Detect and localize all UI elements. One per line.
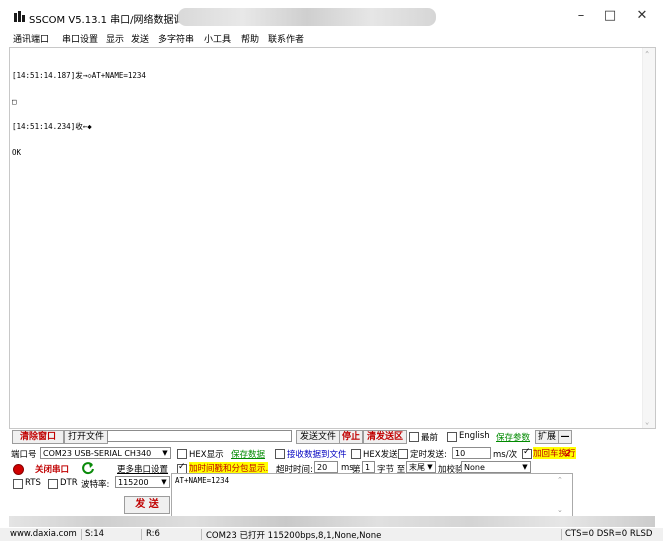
refresh-icon[interactable] [81, 461, 95, 475]
red-mark: 2 [565, 449, 571, 459]
baud-label: 波特率: [81, 480, 110, 490]
close-button[interactable]: ✕ [632, 7, 652, 25]
status-sent-count: S:14 [85, 529, 105, 539]
receive-line: OK [12, 147, 22, 157]
open-file-button[interactable]: 打开文件 [64, 430, 108, 444]
menu-comm-port[interactable]: 通讯端口 [13, 32, 49, 45]
dtr-label: DTR [60, 478, 78, 488]
receive-line: [14:51:14.234]收←◆ [12, 122, 92, 131]
save-data-link[interactable]: 保存数据 [231, 448, 265, 460]
scroll-up-icon[interactable]: ⌃ [645, 50, 649, 59]
byte-from-input[interactable]: 1 [362, 461, 375, 473]
interval-unit: ms/次 [493, 450, 518, 460]
dropdown-arrow-icon: ▼ [162, 449, 168, 457]
port-select[interactable]: COM23 USB-SERIAL CH340 ▼ [40, 447, 171, 459]
menu-display[interactable]: 显示 [106, 32, 124, 45]
more-port-settings-link[interactable]: 更多串口设置 [117, 463, 168, 475]
scroll-down-icon[interactable]: ⌄ [557, 506, 563, 514]
dropdown-arrow-icon: ▼ [427, 463, 433, 471]
interval-input[interactable]: 10 [452, 447, 491, 459]
receive-log: [14:51:14.187]发→◇AT+NAME=1234 □ [14:51:1… [12, 55, 146, 174]
rts-checkbox[interactable] [13, 479, 23, 489]
checksum-value: None [464, 463, 485, 472]
dropdown-arrow-icon: ▼ [161, 478, 167, 486]
timed-send-checkbox[interactable] [398, 449, 408, 459]
clear-send-button[interactable]: 清发送区 [363, 430, 407, 444]
port-status-indicator-icon [13, 464, 24, 475]
baud-select[interactable]: 115200 ▼ [115, 476, 170, 488]
blurred-title-region [178, 8, 436, 26]
english-checkbox[interactable] [447, 432, 457, 442]
menu-port-settings[interactable]: 串口设置 [62, 32, 98, 45]
recv-to-file-checkbox[interactable] [275, 449, 285, 459]
clear-window-button[interactable]: 清除窗口 [12, 430, 64, 444]
checksum-select[interactable]: None ▼ [461, 461, 531, 473]
status-signals: CTS=0 DSR=0 RLSD [565, 529, 653, 539]
send-scrollbar[interactable]: ⌃ ⌄ [557, 474, 569, 514]
menu-bar: 通讯端口 串口设置 显示 发送 多字符串 小工具 帮助 联系作者 [0, 30, 663, 46]
topmost-label: 最前 [421, 433, 439, 443]
timeout-input[interactable]: 20 [314, 461, 338, 473]
menu-multi-string[interactable]: 多字符串 [158, 32, 194, 45]
baud-value: 115200 [118, 478, 149, 487]
timed-send-label: 定时发送: [410, 450, 447, 460]
status-divider [561, 529, 562, 540]
receive-line: □ [12, 96, 17, 106]
menu-contact-author[interactable]: 联系作者 [268, 32, 304, 45]
receive-area[interactable]: [14:51:14.187]发→◇AT+NAME=1234 □ [14:51:1… [9, 47, 656, 429]
port-value: COM23 USB-SERIAL CH340 [43, 449, 152, 458]
byte-to-value: 末尾 [409, 463, 425, 472]
title-bar: SSCOM V5.13.1 串口/网络数据调试器, – □ ✕ [0, 0, 663, 30]
close-port-button[interactable]: 关闭串口 [35, 463, 69, 475]
app-icon [14, 11, 25, 22]
sscom-window: SSCOM V5.13.1 串口/网络数据调试器, – □ ✕ 通讯端口 串口设… [0, 0, 663, 541]
hex-display-checkbox[interactable] [177, 449, 187, 459]
menu-tools[interactable]: 小工具 [204, 32, 231, 45]
menu-send[interactable]: 发送 [131, 32, 149, 45]
dropdown-arrow-icon: ▼ [522, 463, 528, 471]
topmost-checkbox[interactable] [409, 432, 419, 442]
hex-display-label: HEX显示 [189, 450, 224, 460]
expand-button[interactable]: 扩展 [535, 430, 559, 444]
hex-send-label: HEX发送 [363, 450, 398, 460]
menu-help[interactable]: 帮助 [241, 32, 259, 45]
send-text: AT+NAME=1234 [175, 476, 230, 485]
save-params-link[interactable]: 保存参数 [496, 431, 530, 443]
send-button[interactable]: 发 送 [124, 496, 170, 514]
recv-to-file-label: 接收数据到文件 [287, 450, 347, 460]
status-divider [141, 529, 142, 540]
receive-line: [14:51:14.187]发→◇AT+NAME=1234 [12, 71, 146, 80]
minimize-button[interactable]: – [571, 7, 591, 25]
blurred-ad-band [9, 516, 655, 527]
receive-scrollbar[interactable]: ⌃ ⌄ [642, 48, 655, 428]
send-text-area[interactable]: AT+NAME=1234 [171, 473, 573, 517]
collapse-button[interactable]: — [558, 430, 572, 444]
hex-send-checkbox[interactable] [351, 449, 361, 459]
add-crlf-checkbox[interactable] [522, 447, 532, 459]
scroll-up-icon[interactable]: ⌃ [557, 476, 563, 484]
rts-label: RTS [25, 478, 41, 488]
status-website[interactable]: www.daxia.com [10, 529, 77, 539]
port-label: 端口号 [11, 450, 37, 460]
byte-to-select[interactable]: 末尾 ▼ [406, 461, 436, 473]
status-bar: www.daxia.com S:14 R:6 COM23 已打开 115200b… [0, 528, 663, 541]
file-path-input[interactable] [107, 430, 292, 442]
status-divider [201, 529, 202, 540]
status-port-info: COM23 已打开 115200bps,8,1,None,None [206, 531, 382, 541]
send-file-button[interactable]: 发送文件 [296, 430, 340, 444]
status-received-count: R:6 [146, 529, 160, 539]
status-divider [81, 529, 82, 540]
stop-button[interactable]: 停止 [339, 430, 363, 444]
english-label: English [459, 431, 490, 441]
dtr-checkbox[interactable] [48, 479, 58, 489]
maximize-button[interactable]: □ [600, 7, 620, 25]
scroll-down-icon[interactable]: ⌄ [645, 418, 649, 427]
